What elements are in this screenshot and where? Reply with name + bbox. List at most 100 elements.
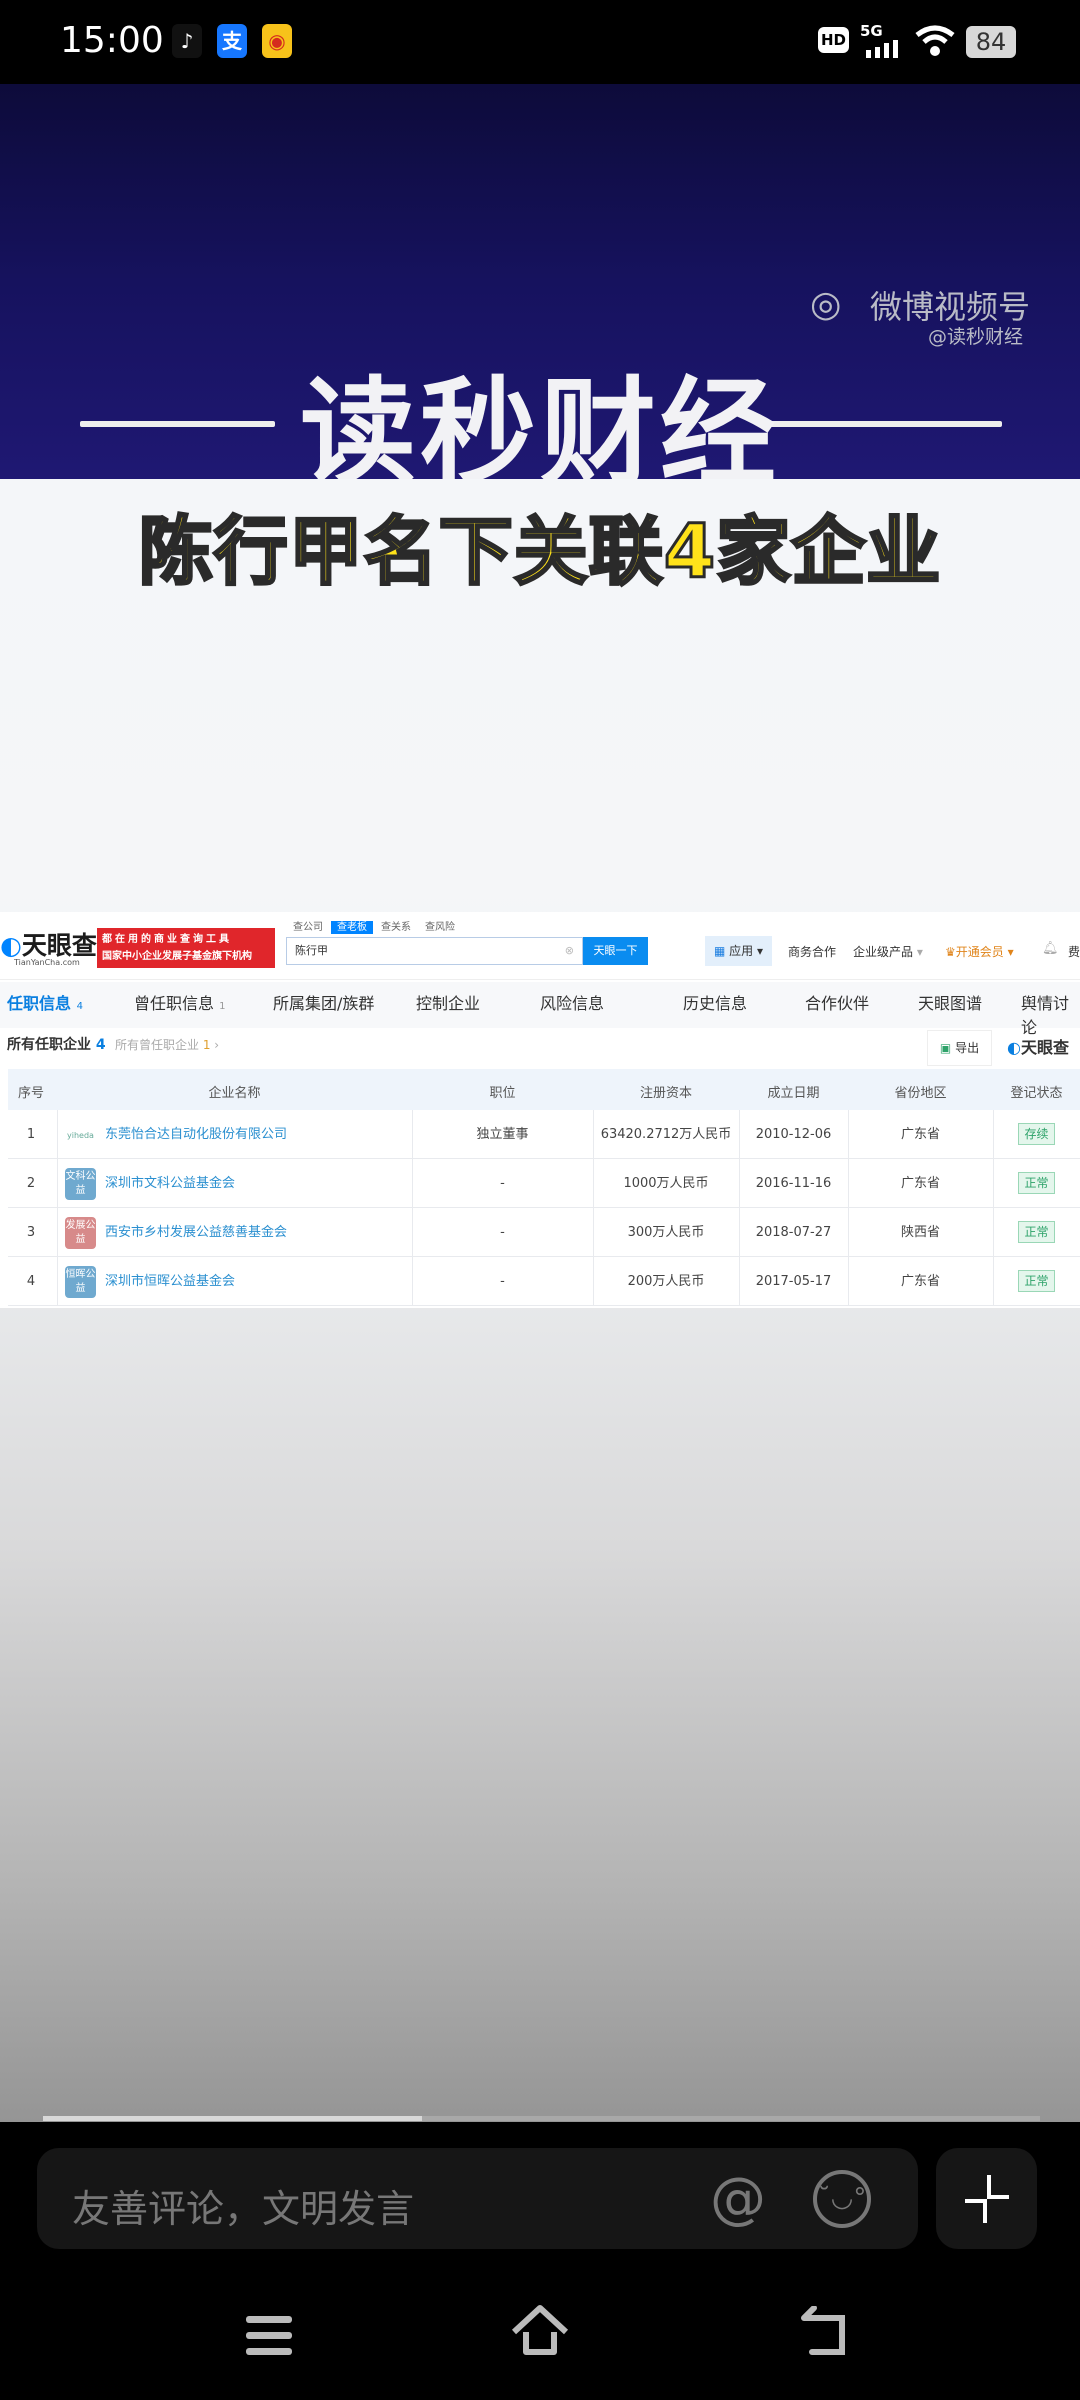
- company-logo-icon: 发展公益: [65, 1217, 96, 1249]
- tianyancha-screenshot: ◐天眼查 TianYanCha.com 都在用的商业查询工具 国家中小企业发展子基…: [0, 912, 1080, 1308]
- status-badge-cell: 正常: [993, 1159, 1080, 1208]
- status-badge: 正常: [1018, 1221, 1055, 1243]
- tab-partners[interactable]: 合作伙伴: [805, 990, 869, 1014]
- nav-more[interactable]: 费: [1068, 943, 1080, 960]
- status-badge: 正常: [1018, 1270, 1055, 1292]
- established-date: 2017-05-17: [755, 1274, 832, 1289]
- mention-icon[interactable]: @: [710, 2166, 766, 2231]
- export-button[interactable]: ▣ 导出: [927, 1030, 992, 1066]
- clock: 15:00: [60, 20, 164, 61]
- video-progress-track[interactable]: [43, 2116, 1040, 2121]
- collapse-button[interactable]: [936, 2148, 1037, 2249]
- col-province: 省份地区: [894, 1086, 947, 1101]
- former-link[interactable]: 所有曾任职企业 1 ›: [115, 1036, 219, 1053]
- company-logo-icon: yiheda: [67, 1131, 94, 1140]
- comment-input[interactable]: 友善评论，文明发言 @ ˘◡°: [37, 2148, 918, 2249]
- video-headline: 陈行甲名下关联4家企业: [137, 508, 942, 597]
- tab-risk[interactable]: 风险信息: [540, 990, 604, 1014]
- position: -: [500, 1274, 505, 1289]
- col-name: 企业名称: [208, 1086, 261, 1101]
- logo-domain: TianYanCha.com: [14, 958, 80, 967]
- province: 广东省: [900, 1274, 940, 1289]
- company-name-link[interactable]: 西安市乡村发展公益慈善基金会: [105, 1208, 405, 1257]
- col-position: 职位: [489, 1086, 516, 1101]
- col-capital: 注册资本: [639, 1086, 692, 1101]
- row-number: 3: [26, 1225, 36, 1240]
- tab-controlled[interactable]: 控制企业: [416, 990, 480, 1014]
- col-date: 成立日期: [767, 1086, 820, 1101]
- tab-history[interactable]: 历史信息: [683, 990, 747, 1014]
- network-label: 5G: [860, 22, 883, 40]
- company-name-link[interactable]: 深圳市文科公益基金会: [105, 1159, 405, 1208]
- tianyancha-watermark: ◐天眼查: [1007, 1038, 1069, 1057]
- clear-icon[interactable]: ⊗: [565, 938, 574, 964]
- search-button[interactable]: 天眼一下: [583, 937, 648, 965]
- tab-former-positions[interactable]: 曾任职信息 1: [134, 990, 225, 1014]
- search-type-tabs: 查公司 查老板 查关系 查风险: [293, 918, 455, 934]
- established-date: 2010-12-06: [755, 1127, 832, 1142]
- table-row: 2 文科公益 深圳市文科公益基金会 - 1000万人民币 2016-11-16 广…: [8, 1159, 1080, 1208]
- search-tab[interactable]: 查公司: [293, 922, 323, 933]
- system-nav-bar: [0, 2280, 1080, 2400]
- position: -: [500, 1176, 505, 1191]
- row-number: 2: [26, 1176, 36, 1191]
- tab-group[interactable]: 所属集团/族群: [273, 990, 374, 1014]
- province: 广东省: [900, 1176, 940, 1191]
- company-table: 1 yiheda 东莞怡合达自动化股份有限公司 独立董事 63420.2712万人…: [0, 1110, 1080, 1306]
- status-badge-cell: 正常: [993, 1257, 1080, 1306]
- tab-graph[interactable]: 天眼图谱: [918, 990, 982, 1014]
- search-tab[interactable]: 查关系: [381, 922, 411, 933]
- company-name-link[interactable]: 深圳市恒晖公益基金会: [105, 1257, 405, 1306]
- signal-icon: [866, 40, 902, 58]
- alipay-icon: 支: [217, 24, 247, 58]
- status-badge: 正常: [1018, 1172, 1055, 1194]
- nav-vip[interactable]: ♛开通会员 ▾: [945, 943, 1014, 960]
- tab-opinion[interactable]: 舆情讨论: [1021, 990, 1080, 1038]
- emoji-icon[interactable]: ˘◡°: [813, 2170, 871, 2228]
- province: 广东省: [900, 1127, 940, 1142]
- nav-business[interactable]: 商务合作: [788, 943, 836, 960]
- row-number: 4: [26, 1274, 36, 1289]
- position: -: [500, 1225, 505, 1240]
- apps-menu[interactable]: ▦ 应用 ▾: [705, 936, 772, 966]
- back-icon[interactable]: [800, 2306, 850, 2356]
- video-progress-fill: [43, 2116, 422, 2121]
- established-date: 2018-07-27: [755, 1225, 832, 1240]
- company-name-link[interactable]: 东莞怡合达自动化股份有限公司: [105, 1110, 405, 1159]
- battery-indicator: 84: [966, 26, 1016, 58]
- table-row: 3 发展公益 西安市乡村发展公益慈善基金会 - 300万人民币 2018-07-2…: [8, 1208, 1080, 1257]
- menu-icon[interactable]: [246, 2316, 292, 2356]
- watermark-account: @读秒财经: [928, 326, 1024, 348]
- col-status: 登记状态: [1010, 1086, 1063, 1101]
- tiktok-icon: ♪: [172, 24, 202, 58]
- home-icon[interactable]: [510, 2304, 570, 2356]
- registered-capital: 63420.2712万人民币: [600, 1127, 732, 1142]
- province: 陕西省: [900, 1225, 940, 1240]
- search-input[interactable]: 陈行甲 ⊗: [286, 937, 583, 965]
- wifi-icon: [915, 25, 955, 61]
- status-badge: 存续: [1018, 1123, 1055, 1145]
- status-bar: 15:00 ♪ 支 ◉ HD 5G 84: [0, 0, 1080, 84]
- hd-badge: HD: [818, 27, 850, 53]
- search-tab-active[interactable]: 查老板: [331, 921, 373, 934]
- comment-placeholder: 友善评论，文明发言: [72, 2187, 415, 2231]
- status-badge-cell: 正常: [993, 1208, 1080, 1257]
- tianyancha-logo: ◐天眼查: [0, 931, 97, 960]
- weibo-icon: ◉: [262, 24, 292, 58]
- status-badge-cell: 存续: [993, 1110, 1080, 1159]
- company-logo-icon: 恒晖公益: [65, 1266, 96, 1298]
- bell-icon[interactable]: 🔔︎: [1042, 941, 1059, 956]
- registered-capital: 300万人民币: [627, 1225, 705, 1240]
- tab-current-positions[interactable]: 任职信息 4: [7, 990, 83, 1014]
- registered-capital: 1000万人民币: [623, 1176, 709, 1191]
- collapse-icon: [965, 2175, 1009, 2223]
- row-number: 1: [26, 1127, 36, 1142]
- nav-enterprise[interactable]: 企业级产品 ▾: [853, 943, 923, 960]
- col-no: 序号: [17, 1086, 44, 1101]
- ad-badge: 都在用的商业查询工具 国家中小企业发展子基金旗下机构: [97, 928, 275, 968]
- search-tab[interactable]: 查风险: [425, 922, 455, 933]
- weibo-logo-icon: ◎: [810, 284, 842, 325]
- position: 独立董事: [476, 1127, 529, 1142]
- registered-capital: 200万人民币: [627, 1274, 705, 1289]
- company-logo-icon: 文科公益: [65, 1168, 96, 1200]
